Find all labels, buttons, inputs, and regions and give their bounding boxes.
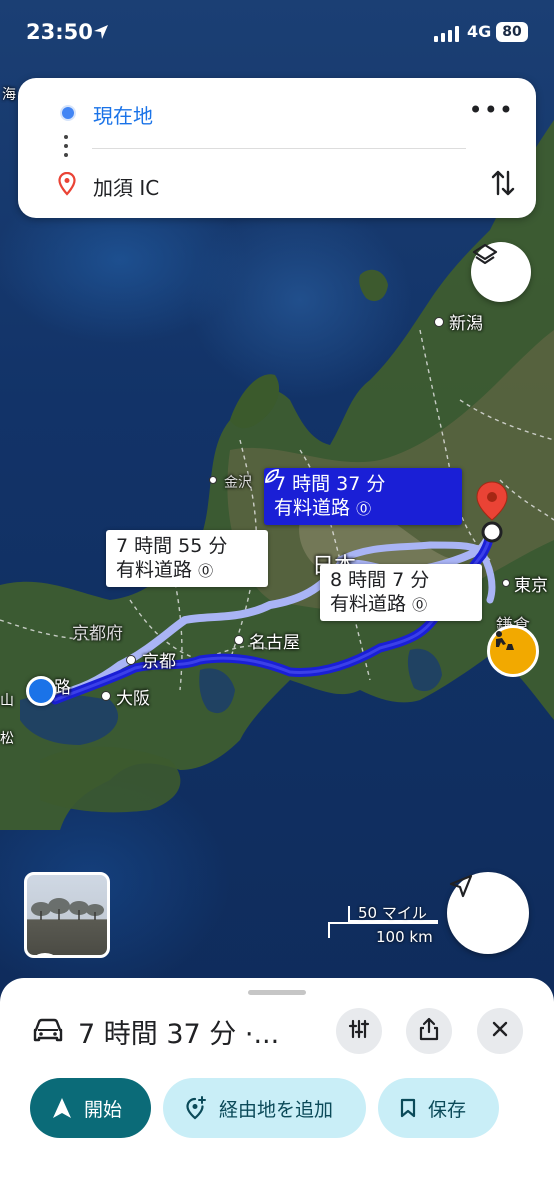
niigata-label: 新潟 bbox=[449, 314, 483, 334]
route-tag: 有料道路 bbox=[274, 497, 351, 519]
toll-icon: ⓪ bbox=[198, 562, 214, 580]
status-bar: 23:50 4G 80 bbox=[0, 0, 554, 70]
more-options-icon[interactable]: ••• bbox=[469, 96, 514, 124]
toll-icon: ⓪ bbox=[412, 596, 428, 614]
layers-button[interactable] bbox=[471, 242, 531, 302]
tokyo-label: 東京 bbox=[514, 576, 548, 596]
route-time: 7 時間 55 分 bbox=[116, 535, 228, 557]
route-callout-selected[interactable]: 7 時間 37 分 有料道路 ⓪ bbox=[264, 468, 462, 525]
route-dots-icon bbox=[64, 135, 68, 162]
car-icon bbox=[32, 1018, 64, 1048]
construction-icon[interactable] bbox=[487, 625, 539, 677]
kanazawa-label: 金沢 bbox=[224, 475, 252, 491]
sheet-drag-handle[interactable] bbox=[248, 990, 306, 995]
kyoto-label: 京都 bbox=[142, 652, 176, 672]
location-services-icon bbox=[93, 24, 109, 44]
share-button[interactable] bbox=[406, 1008, 452, 1054]
niigata-dot bbox=[434, 317, 444, 327]
swap-direction-icon[interactable] bbox=[490, 168, 516, 202]
origin-dot-icon bbox=[60, 105, 76, 121]
scale-miles: 50 マイル bbox=[358, 904, 427, 922]
route-tag: 有料道路 bbox=[330, 593, 407, 615]
tune-icon bbox=[348, 1018, 370, 1044]
waypoint-label: 経由地を追加 bbox=[219, 1098, 334, 1121]
navigation-start-icon bbox=[52, 1097, 72, 1119]
directions-card: 現在地 加須 IC ••• bbox=[18, 78, 536, 218]
left-edge-label-2: 路 bbox=[54, 678, 71, 698]
close-button[interactable] bbox=[477, 1008, 523, 1054]
street-view-thumbnail[interactable] bbox=[24, 872, 110, 958]
status-time: 23:50 bbox=[26, 20, 93, 44]
left-edge-label-1: 山 bbox=[0, 693, 14, 709]
kyotofu-label: 京都府 bbox=[72, 624, 123, 644]
route-tag: 有料道路 bbox=[116, 559, 193, 581]
card-divider bbox=[92, 148, 466, 149]
route-options-button[interactable] bbox=[336, 1008, 382, 1054]
recenter-button[interactable] bbox=[447, 872, 529, 954]
close-icon bbox=[491, 1020, 509, 1042]
add-waypoint-button[interactable]: 経由地を追加 bbox=[163, 1078, 366, 1138]
route-callout-alt-2[interactable]: 8 時間 7 分 有料道路 ⓪ bbox=[320, 564, 482, 621]
toll-icon: ⓪ bbox=[356, 500, 372, 518]
osaka-dot bbox=[101, 691, 111, 701]
add-location-icon bbox=[185, 1096, 207, 1120]
cellular-signal-icon bbox=[434, 26, 460, 46]
street-view-trees bbox=[31, 898, 104, 920]
osaka-label: 大阪 bbox=[116, 689, 150, 709]
save-button[interactable]: 保存 bbox=[378, 1078, 499, 1138]
route-callout-alt-1[interactable]: 7 時間 55 分 有料道路 ⓪ bbox=[106, 530, 268, 587]
kanazawa-dot bbox=[209, 476, 217, 484]
left-edge-label-3: 松 bbox=[0, 731, 14, 747]
destination-pin-small-icon bbox=[58, 171, 76, 200]
bookmark-icon bbox=[400, 1098, 416, 1118]
start-label: 開始 bbox=[84, 1098, 123, 1121]
route-time: 8 時間 7 分 bbox=[330, 569, 430, 591]
destination-field[interactable]: 加須 IC bbox=[93, 172, 159, 201]
tokyo-dot bbox=[502, 579, 510, 587]
current-location-marker bbox=[26, 676, 56, 706]
start-navigation-button[interactable]: 開始 bbox=[30, 1078, 151, 1138]
sea-label: 海 bbox=[2, 87, 16, 103]
save-label: 保存 bbox=[428, 1098, 467, 1121]
nagoya-dot bbox=[234, 635, 244, 645]
scale-km: 100 km bbox=[376, 928, 433, 946]
share-icon bbox=[418, 1017, 440, 1045]
kyoto-dot bbox=[126, 655, 136, 665]
network-type: 4G bbox=[467, 22, 492, 41]
battery-indicator: 80 bbox=[496, 22, 528, 42]
route-summary: 7 時間 37 分 ·... bbox=[78, 1019, 280, 1050]
directions-bottom-sheet[interactable]: 7 時間 37 分 ·... 開始 経由地を追加 保存 bbox=[0, 978, 554, 1200]
origin-field[interactable]: 現在地 bbox=[93, 100, 153, 129]
nagoya-label: 名古屋 bbox=[249, 633, 300, 653]
route-time: 7 時間 37 分 bbox=[274, 473, 386, 495]
